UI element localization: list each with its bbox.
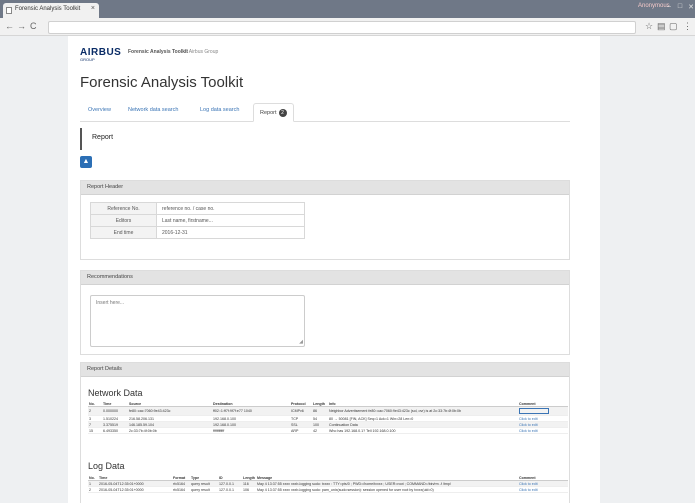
browser-tabbar: Forensic Analysis Toolkit × Anonymous – … <box>0 0 695 18</box>
airbus-logo-sub: GROUP <box>80 57 95 62</box>
page-margin-left <box>0 36 68 503</box>
page-icon <box>6 7 12 14</box>
cell: 2 <box>88 406 102 416</box>
report-heading: Report <box>80 128 570 150</box>
bookmark-star-icon[interactable]: ☆ <box>645 21 653 32</box>
cell: 106 <box>242 486 256 493</box>
cell: ff02::1:ff7f:9f7f:e77 1040 <box>212 406 290 416</box>
address-bar[interactable] <box>48 21 636 34</box>
cast-icon[interactable]: ▢ <box>669 21 678 32</box>
editors-field[interactable]: Last name, firstname... <box>156 214 305 227</box>
recommendations-placeholder: Insert here... <box>96 300 125 306</box>
comment-edit-link[interactable]: Click to edit <box>518 486 568 493</box>
report-details-title: Report Details <box>81 363 569 377</box>
cell: May 4 13:37:55 xxxx xxxb-logging sudo: p… <box>256 486 518 493</box>
cell: Neighbor Advertisement fe80::cac:7060:9e… <box>328 406 518 416</box>
report-heading-label: Report <box>92 134 114 141</box>
recommendations-textarea[interactable]: Insert here... ◢ <box>90 295 305 347</box>
minimize-icon[interactable]: – <box>664 3 674 13</box>
cell: Who has 192.168.0.1? Tell 192.168.0.100 <box>328 427 518 434</box>
report-header-table: Reference No. reference no. / case no. E… <box>90 202 305 239</box>
network-data-title: Network Data <box>88 388 143 398</box>
upload-icon: ▲ <box>82 158 90 165</box>
comment-input[interactable] <box>519 407 549 414</box>
log-data-table: No. Time Format Type ID Length Message C… <box>88 475 568 493</box>
recommendations-title: Recommendations <box>81 271 569 285</box>
brand-title: Forensic Analysis Toolkit <box>128 49 189 55</box>
resize-handle-icon[interactable]: ◢ <box>299 339 303 345</box>
close-tab-icon[interactable]: × <box>91 5 95 12</box>
cell: 0.000000 <box>102 406 128 416</box>
cell: ICMPv6 <box>290 406 312 416</box>
report-count-badge: 2 <box>278 109 287 117</box>
table-row: 2 0.000000 fe80::cac:7060:9e43:423c ff02… <box>88 406 568 416</box>
cell: 2 <box>88 486 98 493</box>
reference-no-label: Reference No. <box>90 202 157 215</box>
log-data-title: Log Data <box>88 461 125 471</box>
maximize-icon[interactable]: □ <box>675 3 685 13</box>
end-time-field[interactable]: 2016-12-31 <box>156 226 305 239</box>
upload-button[interactable]: ▲ <box>80 156 92 168</box>
cell: 127.0.0.1 <box>218 486 242 493</box>
tab-log-data-search[interactable]: Log data search <box>200 107 239 113</box>
browser-tab[interactable]: Forensic Analysis Toolkit × <box>3 3 99 18</box>
browser-tab-title: Forensic Analysis Toolkit <box>15 6 81 12</box>
menu-icon[interactable]: ⋮ <box>683 21 692 32</box>
end-time-label: End time <box>90 226 157 239</box>
table-row: 15 6.493350 2c:33:7b:4f:0b:0b ffffffffff… <box>88 427 568 434</box>
cell: 2016-05-04T12:35:01+0000 <box>98 486 172 493</box>
cell: ARP <box>290 427 312 434</box>
main-tabs: Overview Network data search Log data se… <box>80 103 570 122</box>
table-row: 2 2016-05-04T12:35:01+0000 rfc5164 query… <box>88 486 568 493</box>
extension-icon[interactable]: ▤ <box>657 21 666 32</box>
tab-network-data-search[interactable]: Network data search <box>128 107 178 113</box>
cell: 42 <box>312 427 328 434</box>
reference-no-field[interactable]: reference no. / case no. <box>156 202 305 215</box>
page-title: Forensic Analysis Toolkit <box>80 74 244 91</box>
comment-edit-link[interactable]: Click to edit <box>518 427 568 434</box>
cell: 2c:33:7b:4f:0b:0b <box>128 427 212 434</box>
cell: rfc5164 <box>172 486 190 493</box>
tab-report[interactable]: Report 2 <box>253 103 294 122</box>
cell: query result <box>190 486 218 493</box>
cell: ffffffffffff <box>212 427 290 434</box>
tab-report-label: Report <box>260 110 277 116</box>
back-icon[interactable]: ← <box>5 21 14 32</box>
cell: 6.493350 <box>102 427 128 434</box>
tab-overview[interactable]: Overview <box>88 107 111 113</box>
cell: 15 <box>88 427 102 434</box>
cell: fe80::cac:7060:9e43:423c <box>128 406 212 416</box>
page-margin-right <box>600 36 695 503</box>
close-window-icon[interactable]: ✕ <box>686 3 695 13</box>
comment-cell <box>518 406 568 416</box>
brand-copyright: © Airbus Group <box>184 49 219 55</box>
forward-icon[interactable]: → <box>17 21 26 32</box>
editors-label: Editors <box>90 214 157 227</box>
report-header-title: Report Header <box>81 181 569 195</box>
cell: 86 <box>312 406 328 416</box>
network-data-table: No. Time Source Destination Protocol Len… <box>88 401 568 434</box>
reload-icon[interactable]: C <box>30 21 37 32</box>
browser-toolbar: ← → C ☆ ▤ ▢ ⋮ <box>0 18 695 36</box>
